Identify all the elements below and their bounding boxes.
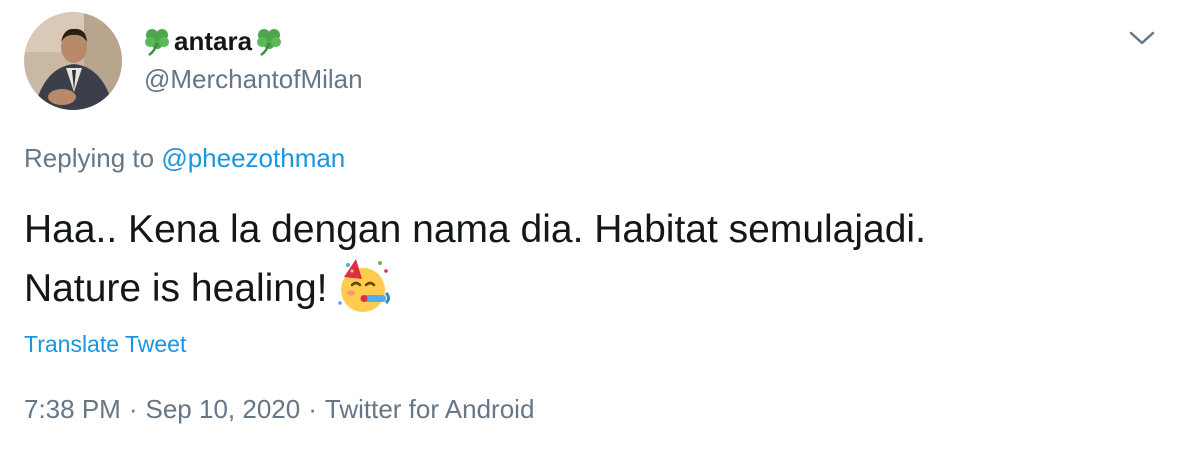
- chevron-down-icon: [1129, 31, 1155, 45]
- shamrock-icon: [257, 29, 282, 57]
- partying-face-icon: [337, 259, 390, 312]
- display-name-text: antara: [174, 25, 253, 56]
- avatar[interactable]: [24, 12, 122, 110]
- replying-to: Replying to @pheezothman: [24, 143, 345, 174]
- tweet-date[interactable]: Sep 10, 2020: [146, 394, 301, 424]
- tweet-text-line: Haa.. Kena la dengan nama dia. Habitat s…: [24, 208, 926, 251]
- tweet-text: Haa.. Kena la dengan nama dia. Habitat s…: [24, 202, 1144, 316]
- shamrock-icon: [145, 29, 169, 57]
- meta-separator: ·: [128, 394, 138, 424]
- tweet-text-line-with-emoji: Nature is healing!: [24, 257, 1144, 316]
- translate-tweet-link[interactable]: Translate Tweet: [24, 331, 186, 358]
- tweet-text-line: Nature is healing!: [24, 267, 328, 310]
- replying-to-label: Replying to: [24, 143, 155, 173]
- tweet-time[interactable]: 7:38 PM: [24, 394, 121, 424]
- reply-mention-link[interactable]: @pheezothman: [161, 143, 345, 173]
- tweet-source[interactable]: Twitter for Android: [325, 394, 535, 424]
- display-name[interactable]: antara: [141, 22, 285, 60]
- tweet-meta: 7:38 PM · Sep 10, 2020 · Twitter for Android: [24, 394, 534, 425]
- meta-separator: ·: [308, 394, 317, 424]
- user-handle[interactable]: @MerchantofMilan: [144, 64, 363, 95]
- tweet-menu-button[interactable]: [1127, 26, 1157, 50]
